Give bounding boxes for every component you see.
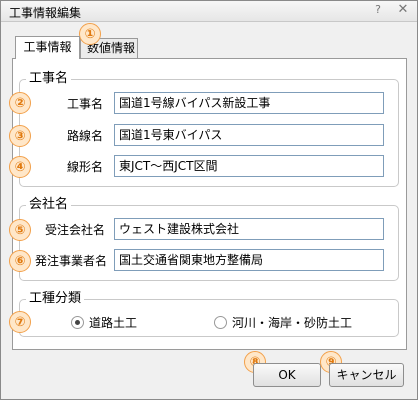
dialog-window: 工事情報編集 ? ✕ 工事情報 数値情報 ① 工事名 会社名 工種分類 ② 工事… (0, 0, 418, 400)
ok-button[interactable]: OK (253, 363, 321, 387)
tab-project-info[interactable]: 工事情報 (15, 36, 80, 59)
road-earthwork-label[interactable]: 道路土工 (89, 316, 137, 330)
annotation-badge-3: ③ (9, 125, 31, 147)
route-name-label: 路線名 (66, 129, 103, 143)
annotation-badge-6: ⑥ (9, 250, 31, 272)
project-name-field[interactable]: 国道1号線バイパス新設工事 (114, 92, 384, 114)
alignment-name-field[interactable]: 東JCT～西JCT区間 (114, 155, 384, 177)
window-title: 工事情報編集 (9, 6, 82, 20)
project-name-label: 工事名 (66, 97, 103, 111)
annotation-badge-2: ② (9, 92, 31, 114)
river-coast-erosion-label[interactable]: 河川・海岸・砂防土工 (232, 316, 352, 330)
company-group-legend: 会社名 (26, 198, 72, 212)
tab-project-info-label: 工事情報 (23, 40, 72, 54)
client-label: 発注事業者名 (34, 254, 107, 268)
annotation-badge-4: ④ (9, 156, 31, 178)
road-earthwork-radio[interactable] (71, 316, 84, 329)
project-group-legend: 工事名 (26, 72, 72, 86)
radio-selected-dot (75, 320, 80, 325)
alignment-name-label: 線形名 (66, 160, 103, 174)
cancel-button[interactable]: キャンセル (329, 363, 404, 387)
annotation-badge-5: ⑤ (9, 219, 31, 241)
contractor-label: 受注会社名 (44, 223, 105, 237)
annotation-badge-1: ① (79, 23, 101, 45)
annotation-badge-7: ⑦ (9, 311, 31, 333)
title-bar: 工事情報編集 ? ✕ (1, 1, 417, 22)
route-name-field[interactable]: 国道1号東バイパス (114, 124, 384, 146)
river-coast-erosion-radio[interactable] (214, 316, 227, 329)
close-icon[interactable]: ✕ (396, 2, 410, 17)
client-field[interactable]: 国土交通省関東地方整備局 (114, 249, 384, 271)
work-type-group-legend: 工種分類 (26, 292, 85, 306)
help-icon[interactable]: ? (371, 3, 385, 17)
contractor-field[interactable]: ウェスト建設株式会社 (114, 218, 384, 240)
